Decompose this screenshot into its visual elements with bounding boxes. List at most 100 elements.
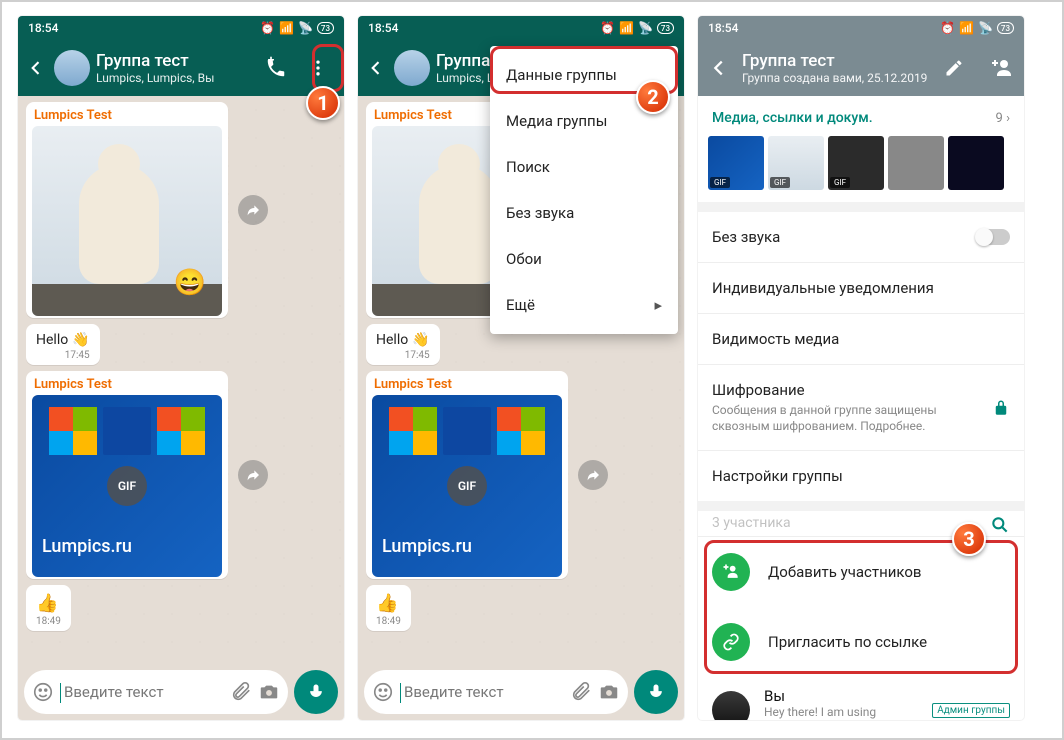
step-marker-2: 2 (636, 80, 670, 114)
invite-link-row[interactable]: Пригласить по ссылке (698, 607, 1024, 677)
message-sender: Lumpics Test (32, 106, 222, 126)
chat-body[interactable]: Lumpics Test GIF 😄 Hello👋 17:45 (18, 96, 344, 664)
gif-badge: GIF (447, 466, 487, 506)
chat-subtitle: Lumpics, Lumpics, Вы (96, 71, 254, 85)
step-marker-3: 3 (952, 522, 986, 556)
emoji-picker-icon[interactable] (372, 681, 394, 703)
battery-icon: 73 (997, 22, 1014, 34)
chat-header-titles[interactable]: Группа тест Lumpics, Lumpics, Вы (96, 51, 254, 86)
forward-button[interactable] (578, 460, 608, 490)
attach-icon[interactable] (230, 681, 252, 703)
group-settings-row[interactable]: Настройки группы (698, 451, 1024, 501)
admin-badge: Админ группы (932, 703, 1010, 718)
voice-message-button[interactable] (634, 670, 678, 714)
message-timestamp: 18:49 (32, 614, 65, 629)
watermark: Lumpics.ru (382, 536, 472, 557)
attach-icon[interactable] (570, 681, 592, 703)
media-thumbnails[interactable]: GIF GIF GIF (698, 136, 1024, 202)
message-bubble[interactable]: Lumpics Test GIF Lumpics.ru (366, 371, 568, 579)
member-avatar (712, 691, 750, 720)
status-icons: ⏰📶📡 73 (600, 21, 674, 35)
message-bubble[interactable]: 👍 18:49 (26, 585, 71, 631)
link-icon (712, 623, 750, 661)
gif-polar-bear[interactable]: GIF 😄 (32, 126, 222, 316)
message-input[interactable]: Введите текст (364, 670, 628, 714)
add-call-button[interactable]: + (264, 56, 288, 80)
thumbs-up-emoji: 👍 (32, 589, 65, 614)
mute-switch[interactable] (976, 229, 1010, 245)
group-avatar[interactable] (54, 50, 90, 86)
chat-header: Группа тест Lumpics, Lumpics, Вы + (18, 40, 344, 96)
gif-badge: GIF (107, 466, 147, 506)
battery-icon: 73 (317, 22, 334, 34)
media-thumb[interactable] (948, 136, 1004, 190)
menu-mute[interactable]: Без звука (490, 190, 678, 236)
status-bar: 18:54 ⏰📶📡 73 (358, 16, 684, 40)
mute-row[interactable]: Без звука (698, 212, 1024, 263)
forward-button[interactable] (238, 195, 268, 225)
add-participant-button[interactable] (990, 56, 1014, 80)
chat-title: Группа тест (96, 51, 254, 71)
message-bubble[interactable]: Lumpics Test GIF Lumpics.ru (26, 371, 228, 579)
media-thumb[interactable] (888, 136, 944, 190)
message-bubble[interactable]: 👍 18:49 (366, 585, 411, 631)
encryption-row[interactable]: Шифрование Сообщения в данной группе защ… (698, 365, 1024, 451)
message-bubble[interactable]: Hello👋 17:45 (366, 324, 440, 365)
gif-windows-screenshot[interactable]: GIF Lumpics.ru (32, 395, 222, 577)
status-time: 18:54 (28, 21, 58, 35)
back-button[interactable] (364, 56, 388, 80)
watermark: Lumpics.ru (42, 536, 132, 557)
input-bar: Введите текст (18, 664, 344, 720)
back-button[interactable] (708, 57, 730, 79)
gif-windows-screenshot[interactable]: GIF Lumpics.ru (372, 395, 562, 577)
media-thumb[interactable]: GIF (708, 136, 764, 190)
forward-button[interactable] (238, 460, 268, 490)
member-row-you[interactable]: Вы Hey there! I am using WhatsApp. Админ… (698, 677, 1024, 720)
message-sender: Lumpics Test (32, 375, 222, 395)
emoji-picker-icon[interactable] (32, 681, 54, 703)
media-visibility-row[interactable]: Видимость медиа (698, 314, 1024, 365)
menu-more[interactable]: Ещё▸ (490, 282, 678, 328)
screen-1: 18:54 ⏰📶📡 73 Группа тест Lumpics, Lumpic… (18, 16, 344, 720)
screen-3: 18:54 ⏰📶📡 73 Группа тест Группа создана … (698, 16, 1024, 720)
message-input[interactable]: Введите текст (24, 670, 288, 714)
group-info-subtitle: Группа создана вами, 25.12.2019 (742, 71, 932, 85)
group-info-title: Группа тест (742, 51, 932, 71)
participants-count: 3 участника (712, 515, 791, 526)
back-button[interactable] (24, 56, 48, 80)
input-placeholder: Введите текст (60, 683, 164, 701)
edit-button[interactable] (944, 58, 964, 78)
chevron-right-icon: ▸ (654, 296, 662, 314)
member-name: Вы (764, 687, 918, 705)
group-avatar[interactable] (394, 50, 430, 86)
custom-notifications-row[interactable]: Индивидуальные уведомления (698, 263, 1024, 314)
media-thumb[interactable]: GIF (828, 136, 884, 190)
add-person-icon (712, 553, 750, 591)
status-icons: ⏰📶📡 73 (940, 21, 1014, 35)
screen-2: 18:54 ⏰📶📡 73 Группа тест Lumpics, Lumpic… (358, 16, 684, 720)
message-bubble[interactable]: Hello👋 17:45 (26, 324, 100, 365)
settings-section: Без звука Индивидуальные уведомления Вид… (698, 212, 1024, 501)
input-placeholder: Введите текст (400, 683, 504, 701)
media-thumb[interactable]: GIF (768, 136, 824, 190)
message-timestamp: 17:45 (32, 348, 94, 363)
camera-icon[interactable] (258, 681, 280, 703)
menu-search[interactable]: Поиск (490, 144, 678, 190)
message-text: Hello (376, 332, 408, 348)
camera-icon[interactable] (598, 681, 620, 703)
wave-emoji: 👋 (412, 332, 429, 348)
group-info-body[interactable]: Медиа, ссылки и докум. 9 › GIF GIF GIF Б… (698, 96, 1024, 720)
search-participants-icon[interactable] (990, 515, 1010, 526)
status-time: 18:54 (708, 21, 738, 35)
message-sender: Lumpics Test (372, 375, 562, 395)
message-bubble[interactable]: Lumpics Test GIF 😄 (26, 102, 228, 318)
step-marker-1: 1 (306, 86, 340, 120)
media-section[interactable]: Медиа, ссылки и докум. 9 › GIF GIF GIF (698, 96, 1024, 202)
status-bar: 18:54 ⏰📶📡 73 (18, 16, 344, 40)
group-info-header: Группа тест Группа создана вами, 25.12.2… (698, 40, 1024, 96)
menu-wallpaper[interactable]: Обои (490, 236, 678, 282)
message-timestamp: 17:45 (372, 348, 434, 363)
input-bar: Введите текст (358, 664, 684, 720)
voice-message-button[interactable] (294, 670, 338, 714)
more-options-button[interactable] (306, 56, 330, 80)
